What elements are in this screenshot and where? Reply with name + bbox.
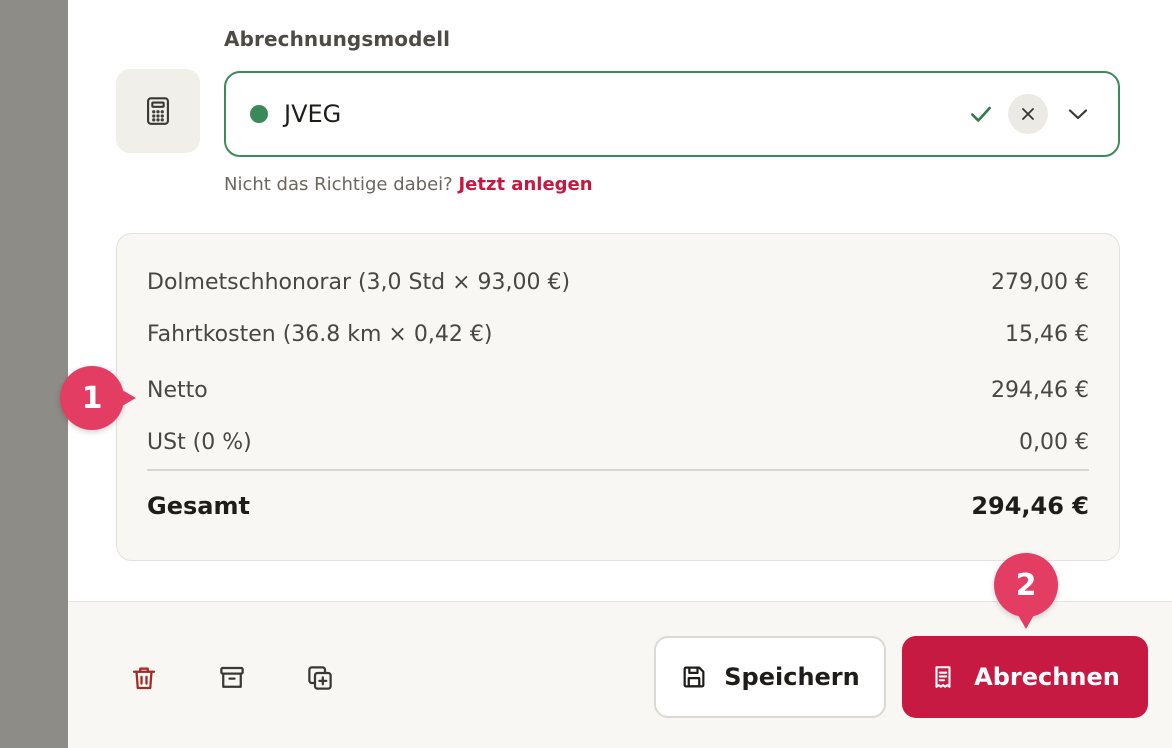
summary-row: Fahrtkosten (36.8 km × 0,42 €) 15,46 € [147, 322, 1089, 347]
chevron-down-icon [1068, 109, 1088, 120]
row-value: 294,46 € [991, 378, 1089, 403]
summary-row: USt (0 %) 0,00 € [147, 430, 1089, 455]
save-label: Speichern [724, 663, 860, 691]
billing-panel: Abrechnungsmodell JVEG Nicht das Richtig… [68, 0, 1172, 748]
total-value: 294,46 € [971, 492, 1089, 520]
billing-model-select[interactable]: JVEG [224, 71, 1120, 157]
check-icon [964, 97, 998, 131]
clear-selection-button[interactable] [1008, 94, 1048, 134]
duplicate-button[interactable] [303, 661, 337, 695]
archive-button[interactable] [215, 661, 249, 695]
hint-question: Nicht das Richtige dabei? [224, 174, 453, 195]
row-label: Dolmetschhonorar (3,0 Std × 93,00 €) [147, 270, 571, 295]
cost-summary: Dolmetschhonorar (3,0 Std × 93,00 €) 279… [116, 233, 1120, 561]
calculator-tile [116, 69, 200, 153]
annotation-badge-2: 2 [994, 553, 1058, 629]
save-button[interactable]: Speichern [654, 636, 886, 718]
dropdown-toggle[interactable] [1058, 94, 1098, 134]
archive-icon [220, 666, 244, 688]
status-dot [250, 105, 268, 123]
floppy-disk-icon [683, 666, 705, 688]
trash-icon [132, 667, 156, 690]
total-label: Gesamt [147, 492, 250, 520]
backdrop-overlay [0, 0, 68, 748]
bill-button[interactable]: Abrechnen [902, 636, 1148, 718]
summary-row: Netto 294,46 € [147, 378, 1089, 403]
row-label: Netto [147, 378, 208, 403]
summary-divider [147, 469, 1089, 471]
action-footer: Speichern Abrechnen [68, 601, 1172, 748]
summary-row: Dolmetschhonorar (3,0 Std × 93,00 €) 279… [147, 270, 1089, 295]
field-label: Abrechnungsmodell [224, 27, 451, 51]
row-value: 15,46 € [1005, 322, 1089, 347]
receipt-icon [935, 666, 951, 688]
delete-button[interactable] [127, 661, 161, 695]
close-icon [1022, 108, 1034, 120]
row-value: 279,00 € [991, 270, 1089, 295]
duplicate-icon [308, 666, 332, 690]
summary-total-row: Gesamt 294,46 € [147, 492, 1089, 520]
row-label: Fahrtkosten (36.8 km × 0,42 €) [147, 322, 493, 347]
calculator-icon [147, 97, 169, 125]
create-new-link[interactable]: Jetzt anlegen [458, 174, 592, 195]
row-label: USt (0 %) [147, 430, 252, 455]
row-value: 0,00 € [1019, 430, 1089, 455]
bill-label: Abrechnen [974, 663, 1120, 691]
hint-text: Nicht das Richtige dabei? Jetzt anlegen [224, 174, 593, 195]
selected-value: JVEG [284, 100, 342, 128]
annotation-badge-1: 1 [60, 366, 136, 430]
